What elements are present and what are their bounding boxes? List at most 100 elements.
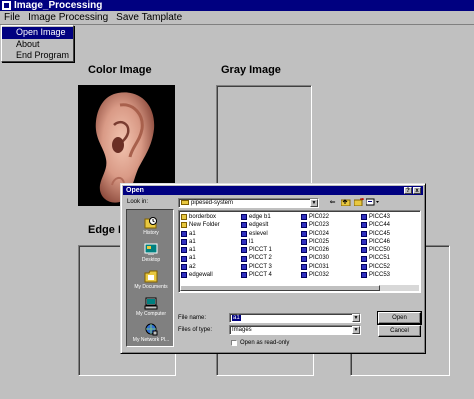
list-item[interactable]: PIC030 bbox=[301, 254, 329, 262]
menu-item-about[interactable]: About bbox=[2, 39, 73, 51]
file-type-select[interactable]: Images ▼ bbox=[229, 325, 361, 335]
image-file-icon bbox=[301, 263, 307, 270]
list-item[interactable]: PICC44 bbox=[361, 221, 390, 229]
help-button[interactable]: ? bbox=[404, 187, 412, 194]
window-title: Image_Processing bbox=[14, 0, 103, 11]
list-item[interactable]: edge b1 bbox=[241, 213, 272, 221]
list-item[interactable]: PIC022 bbox=[301, 213, 329, 221]
place-desktop-label: Desktop bbox=[141, 257, 161, 263]
app-icon bbox=[2, 1, 11, 10]
list-item[interactable]: PICC46 bbox=[361, 238, 390, 246]
folder-icon bbox=[181, 214, 187, 221]
list-item[interactable]: PIC032 bbox=[301, 271, 329, 279]
scrollbar-thumb[interactable] bbox=[180, 285, 380, 291]
file-name: PICC45 bbox=[369, 230, 391, 237]
chevron-down-icon[interactable]: ▼ bbox=[352, 326, 360, 334]
chevron-down-icon[interactable]: ▼ bbox=[310, 199, 318, 207]
list-item[interactable]: PICCT 1 bbox=[241, 246, 272, 254]
image-file-icon bbox=[301, 247, 307, 254]
list-item[interactable]: PICC53 bbox=[361, 271, 390, 279]
view-menu-icon[interactable] bbox=[365, 198, 380, 207]
file-name: edge b1 bbox=[249, 214, 271, 220]
place-my-documents-label: My Documents bbox=[134, 284, 168, 290]
close-button[interactable]: x bbox=[413, 187, 421, 194]
image-file-icon bbox=[301, 230, 307, 237]
my-documents-icon bbox=[144, 270, 158, 283]
new-folder-glyph bbox=[353, 197, 364, 207]
file-name: PICC50 bbox=[369, 247, 391, 254]
image-file-icon bbox=[241, 272, 247, 279]
list-item[interactable]: PIC025 bbox=[301, 238, 329, 246]
new-folder-icon[interactable] bbox=[353, 197, 364, 207]
image-file-icon bbox=[241, 263, 247, 270]
list-item[interactable]: PIC026 bbox=[301, 246, 329, 254]
file-name: PICC52 bbox=[369, 263, 391, 270]
list-item[interactable]: borderbox bbox=[181, 213, 220, 221]
cancel-button[interactable]: Cancel bbox=[378, 325, 421, 337]
menu-item-open-image[interactable]: Open Image bbox=[2, 27, 73, 39]
list-item[interactable]: PICCT 2 bbox=[241, 254, 272, 262]
list-item[interactable]: PICCT 3 bbox=[241, 263, 272, 271]
list-item[interactable]: a1 bbox=[181, 230, 220, 238]
dialog-title-bar: Open ? x bbox=[123, 186, 423, 195]
file-name: a1 bbox=[189, 238, 196, 245]
image-file-icon bbox=[361, 230, 367, 237]
file-name: PICCT 2 bbox=[249, 255, 272, 262]
list-item[interactable]: a1 bbox=[181, 254, 220, 262]
list-item[interactable]: l1 bbox=[241, 238, 272, 246]
menu-item-end-program[interactable]: End Program bbox=[2, 50, 73, 62]
image-file-icon bbox=[181, 247, 187, 254]
checkbox-box[interactable] bbox=[231, 340, 237, 346]
file-name: borderbox bbox=[189, 214, 217, 220]
list-item[interactable]: PICC51 bbox=[361, 254, 390, 262]
list-item[interactable]: a1 bbox=[181, 238, 220, 246]
place-desktop[interactable]: Desktop bbox=[127, 243, 175, 263]
list-item[interactable]: New Folder bbox=[181, 221, 220, 229]
read-only-checkbox[interactable]: Open as read-only bbox=[231, 339, 289, 347]
file-name-input[interactable]: a1 ▼ bbox=[229, 313, 361, 323]
list-item[interactable]: PICC43 bbox=[361, 213, 390, 221]
menu-image-processing[interactable]: Image Processing bbox=[24, 11, 112, 25]
place-history-label: History bbox=[143, 230, 159, 236]
list-item[interactable]: a1 bbox=[181, 246, 220, 254]
place-my-network[interactable]: My Network Pl... bbox=[127, 323, 175, 343]
file-name: PICC44 bbox=[369, 222, 391, 229]
look-in-select[interactable]: pipesed-system ▼ bbox=[178, 198, 319, 208]
menu-file[interactable]: File bbox=[0, 11, 24, 25]
list-item[interactable]: PICC52 bbox=[361, 263, 390, 271]
image-file-icon bbox=[361, 272, 367, 279]
list-item[interactable]: PICC50 bbox=[361, 246, 390, 254]
horizontal-scrollbar[interactable] bbox=[180, 285, 419, 291]
back-icon[interactable]: ⇐ bbox=[327, 198, 338, 207]
file-name: New Folder bbox=[189, 222, 220, 229]
list-item[interactable]: edgeslt bbox=[241, 221, 272, 229]
image-file-icon bbox=[301, 222, 307, 229]
list-item[interactable]: edgewall bbox=[181, 271, 220, 279]
place-my-documents[interactable]: My Documents bbox=[127, 270, 175, 290]
list-item[interactable]: a2 bbox=[181, 263, 220, 271]
place-history[interactable]: History bbox=[127, 216, 175, 236]
menu-save-template[interactable]: Save Tamplate bbox=[112, 11, 186, 25]
file-name: PICC43 bbox=[369, 214, 391, 220]
read-only-label: Open as read-only bbox=[240, 340, 290, 346]
list-item[interactable]: PIC024 bbox=[301, 230, 329, 238]
list-item[interactable]: PICC45 bbox=[361, 230, 390, 238]
chevron-down-icon[interactable]: ▼ bbox=[352, 314, 360, 322]
open-button[interactable]: Open bbox=[377, 311, 422, 325]
file-list[interactable]: borderbox New Folder a1 a1 a1 a1 a2 edge… bbox=[178, 210, 421, 293]
image-file-icon bbox=[181, 255, 187, 262]
image-file-icon bbox=[361, 239, 367, 246]
folder-icon bbox=[181, 222, 187, 229]
image-file-icon bbox=[241, 214, 247, 221]
list-item[interactable]: eslevel bbox=[241, 230, 272, 238]
file-name: PIC022 bbox=[309, 214, 330, 220]
list-item[interactable]: PIC031 bbox=[301, 263, 329, 271]
file-name: a1 bbox=[189, 247, 196, 254]
file-name-label: File name: bbox=[178, 315, 207, 321]
place-my-computer[interactable]: My Computer bbox=[127, 297, 175, 317]
file-column: PICC43 PICC44 PICC45 PICC46 PICC50 PICC5… bbox=[361, 213, 390, 279]
up-folder-icon[interactable] bbox=[340, 198, 351, 207]
list-item[interactable]: PICCT 4 bbox=[241, 271, 272, 279]
list-item[interactable]: PIC023 bbox=[301, 221, 329, 229]
title-bar: Image_Processing bbox=[0, 0, 474, 11]
